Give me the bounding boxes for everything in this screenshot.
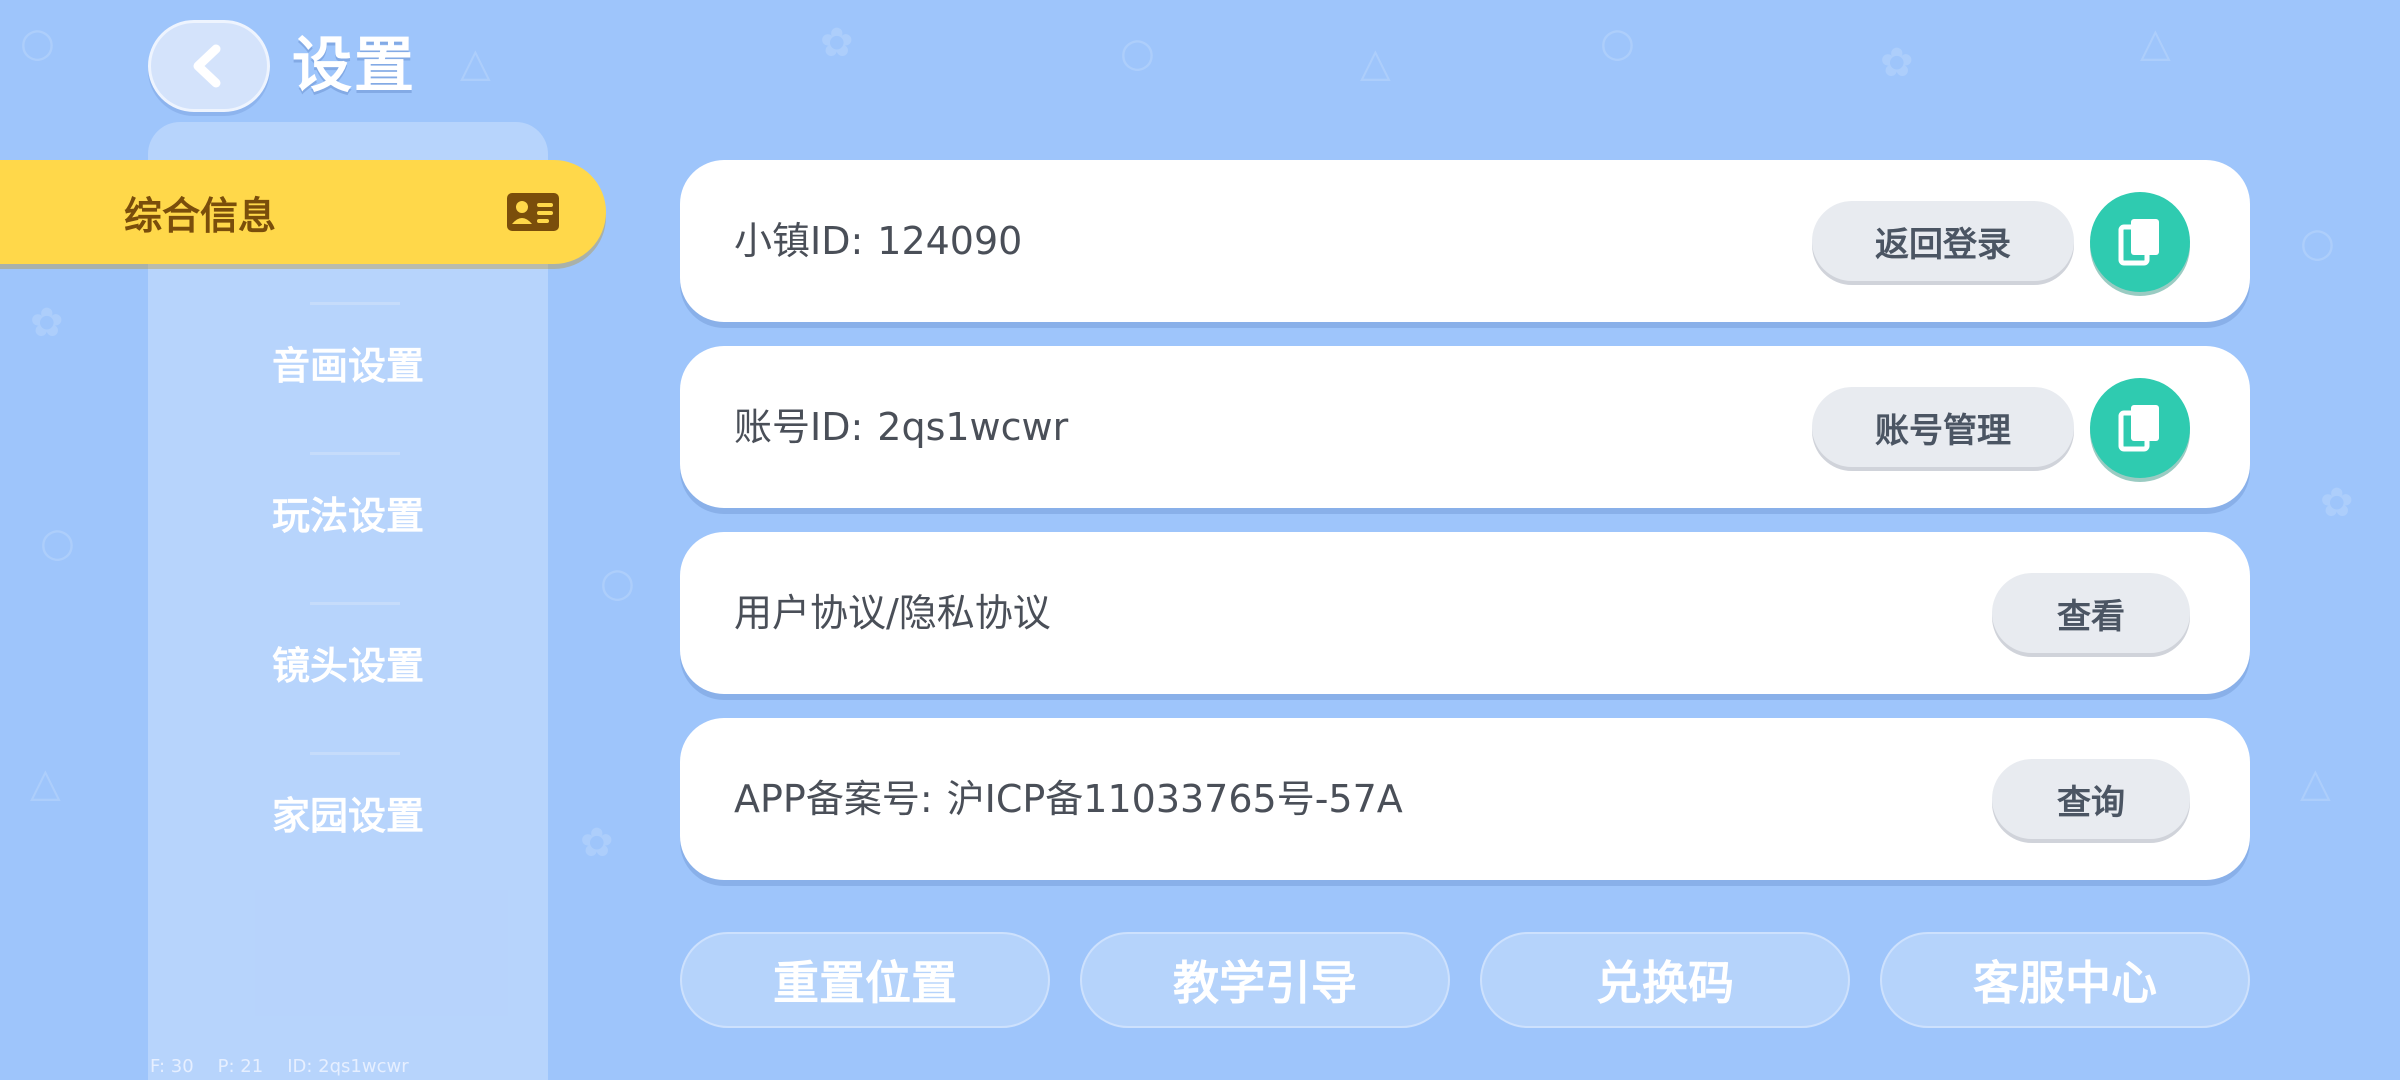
customer-service-button[interactable]: 客服中心: [1880, 932, 2250, 1028]
sidebar-item-label: 音画设置: [271, 343, 424, 388]
sidebar-divider: [310, 302, 400, 305]
redeem-code-button[interactable]: 兑换码: [1480, 932, 1850, 1028]
sidebar-item-audio-video[interactable]: 音画设置: [148, 312, 548, 412]
debug-id-text: ID: 2qs1wcwr: [287, 1056, 409, 1077]
ping-text: P: 21: [217, 1056, 264, 1077]
account-id-value: 2qs1wcwr: [877, 405, 1069, 449]
fps-text: F: 30: [150, 1056, 194, 1077]
sidebar-item-gameplay[interactable]: 玩法设置: [148, 462, 548, 562]
sidebar-item-camera[interactable]: 镜头设置: [148, 612, 548, 712]
debug-info: F: 30 P: 21 ID: 2qs1wcwr: [150, 1056, 433, 1077]
agreement-label: 用户协议/隐私协议: [734, 591, 1051, 635]
app-filing-card: APP备案号: 沪ICP备11033765号-57A 查询: [680, 718, 2250, 880]
sidebar: [148, 122, 548, 1080]
sidebar-item-label: 玩法设置: [271, 493, 424, 538]
copy-account-id-button[interactable]: [2090, 378, 2190, 478]
town-id-value: 124090: [877, 219, 1023, 263]
copy-town-id-button[interactable]: [2090, 192, 2190, 292]
sidebar-divider: [310, 602, 400, 605]
view-agreement-button[interactable]: 查看: [1992, 573, 2190, 653]
sidebar-divider: [310, 752, 400, 755]
reset-position-button[interactable]: 重置位置: [680, 932, 1050, 1028]
app-filing-label: APP备案号:: [734, 777, 933, 821]
sidebar-item-label: 家园设置: [271, 793, 424, 838]
copy-icon: [2118, 405, 2159, 452]
town-id-label: 小镇ID:: [734, 219, 864, 263]
return-login-button[interactable]: 返回登录: [1812, 201, 2074, 281]
sidebar-item-label: 综合信息: [124, 193, 277, 238]
app-filing-value: 沪ICP备11033765号-57A: [946, 777, 1403, 821]
back-arrow-icon: [193, 44, 221, 88]
account-id-card: 账号ID: 2qs1wcwr 账号管理: [680, 346, 2250, 508]
agreement-card: 用户协议/隐私协议 查看: [680, 532, 2250, 694]
town-id-card: 小镇ID: 124090 返回登录: [680, 160, 2250, 322]
copy-icon: [2118, 219, 2159, 266]
query-filing-button[interactable]: 查询: [1992, 759, 2190, 839]
page-title: 设置: [292, 31, 416, 101]
tutorial-guide-button[interactable]: 教学引导: [1080, 932, 1450, 1028]
sidebar-divider: [310, 452, 400, 455]
id-card-icon: [507, 193, 559, 231]
back-button[interactable]: [148, 20, 270, 112]
sidebar-item-label: 镜头设置: [271, 643, 424, 688]
account-id-label: 账号ID:: [734, 405, 864, 449]
account-manage-button[interactable]: 账号管理: [1812, 387, 2074, 467]
sidebar-item-home[interactable]: 家园设置: [148, 762, 548, 862]
